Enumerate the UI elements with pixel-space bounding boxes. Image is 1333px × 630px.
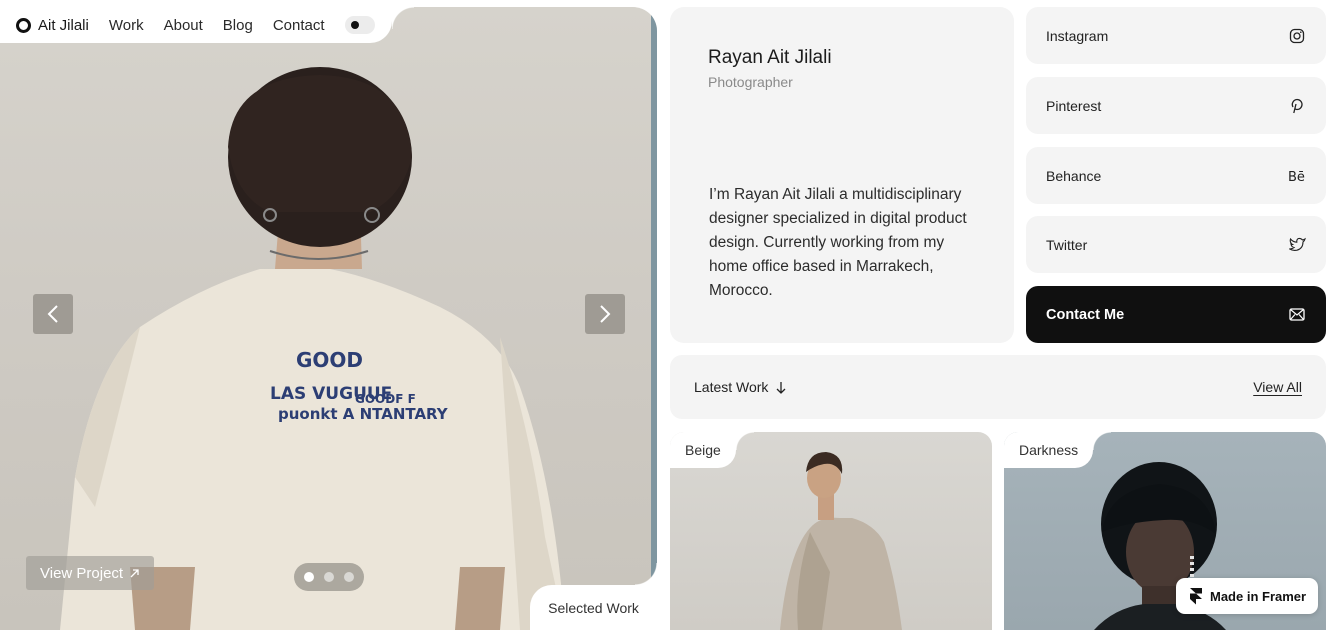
profile-role: Photographer [708,74,793,90]
selected-work-label[interactable]: Selected Work [530,563,657,630]
toggle-knob [350,21,359,29]
latest-work-heading: Latest Work [694,379,786,395]
hero-edge-strip [651,7,657,630]
hero-slider[interactable]: GOOD LAS VUGUUE GOODF F puonkt A NTANTAR… [0,7,657,630]
next-slide-button[interactable] [585,294,625,334]
brand-logo[interactable]: Ait Jilali [16,17,89,34]
nav-link-work[interactable]: Work [109,17,144,34]
brand-name: Ait Jilali [38,16,89,34]
previous-slide-button[interactable] [33,294,73,334]
nav-link-contact[interactable]: Contact [273,17,325,34]
top-navigation: Ait Jilali Work About Blog Contact [0,7,414,43]
view-project-button[interactable]: View Project [26,556,155,590]
instagram-label: Instagram [1046,27,1109,44]
pinterest-link[interactable]: Pinterest [1026,77,1326,134]
view-project-label: View Project [40,564,124,582]
behance-label: Behance [1046,167,1102,184]
nav-link-blog[interactable]: Blog [223,17,253,34]
work-card-beige[interactable]: Beige [670,432,992,630]
arrow-down-icon [776,381,786,394]
pinterest-label: Pinterest [1046,97,1102,114]
behance-icon: Bē [1288,167,1306,185]
twitter-icon [1288,236,1306,254]
svg-text:GOODF F: GOODF F [355,392,416,406]
framer-logo-icon [1190,587,1202,604]
framer-badge-label: Made in Framer [1210,588,1307,604]
slide-indicator [294,563,364,591]
instagram-icon [1288,27,1306,45]
instagram-link[interactable]: Instagram [1026,7,1326,64]
latest-work-bar: Latest Work View All [670,355,1326,419]
svg-text:puonkt A NTANTARY: puonkt A NTANTARY [278,405,449,423]
chevron-right-icon [600,305,611,323]
slide-dot[interactable] [344,572,354,582]
profile-bio: I’m Rayan Ait Jilali a multidisciplinary… [709,186,967,299]
contact-me-label: Contact Me [1046,306,1125,323]
nav-link-about[interactable]: About [164,17,203,34]
svg-text:GOOD: GOOD [296,348,363,372]
behance-link[interactable]: Behance Bē [1026,147,1326,204]
mail-icon [1288,306,1306,324]
svg-text:Bē: Bē [1288,170,1305,183]
profile-card: Rayan Ait Jilali Photographer I’m Rayan … [670,7,1014,343]
work-tag: Darkness [1004,432,1112,468]
twitter-label: Twitter [1046,236,1088,253]
slide-dot[interactable] [304,572,314,582]
arrow-up-right-icon [130,568,139,577]
work-tag: Beige [670,432,754,468]
slide-dot[interactable] [324,572,334,582]
hero-photo: GOOD LAS VUGUUE GOODF F puonkt A NTANTAR… [60,67,565,630]
contact-me-button[interactable]: Contact Me [1026,286,1326,343]
profile-name: Rayan Ait Jilali [708,47,832,68]
made-in-framer-badge[interactable]: Made in Framer [1176,578,1318,614]
latest-work-label: Latest Work [694,379,769,395]
chevron-left-icon [47,305,58,323]
pinterest-icon [1288,97,1306,115]
twitter-link[interactable]: Twitter [1026,216,1326,273]
logo-ring-icon [16,17,31,33]
theme-toggle[interactable] [344,16,375,34]
view-all-link[interactable]: View All [1253,379,1302,395]
